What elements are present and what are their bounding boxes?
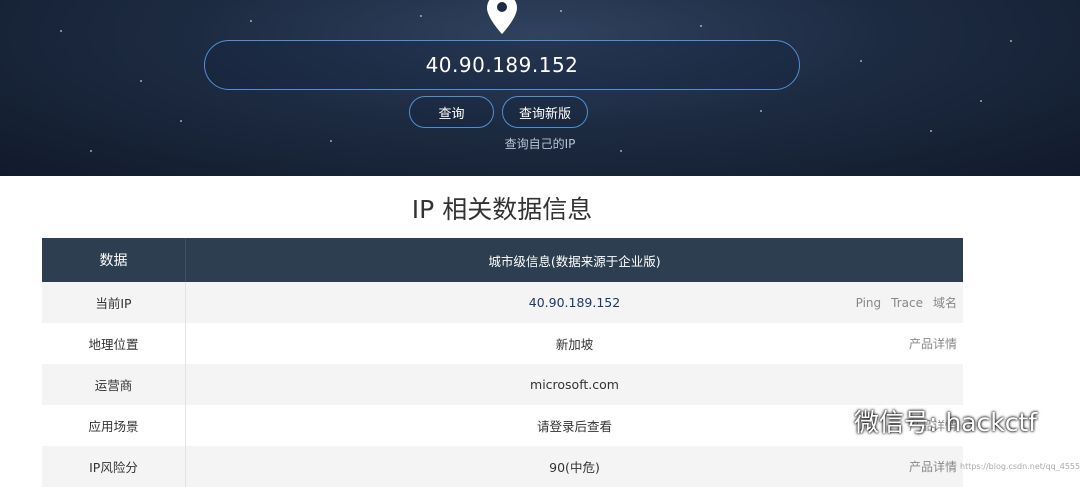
table-row: IP风险分 90(中危) 产品详情	[42, 446, 963, 487]
header-data: 数据	[42, 238, 186, 282]
isp-value: microsoft.com	[530, 377, 619, 392]
product-detail-link[interactable]: 产品详情	[909, 458, 957, 475]
location-pin-icon	[487, 0, 517, 34]
row-value-cell: 40.90.189.152 Ping Trace 域名	[185, 282, 963, 323]
table-header: 数据 城市级信息(数据来源于企业版)	[42, 238, 963, 282]
row-value-cell: 新加坡 产品详情	[185, 323, 963, 364]
table-row: 运营商 microsoft.com	[42, 364, 963, 405]
row-label: 地理位置	[42, 323, 186, 364]
ip-data-table: 数据 城市级信息(数据来源于企业版) 当前IP 40.90.189.152 Pi…	[42, 238, 963, 487]
row-value-cell: microsoft.com	[185, 364, 963, 405]
query-new-version-label: 查询新版	[518, 106, 571, 122]
watermark-text: 微信号: hackctf	[854, 408, 1038, 437]
domain-link[interactable]: 域名	[933, 294, 957, 311]
current-ip-value[interactable]: 40.90.189.152	[529, 295, 620, 310]
section-title: IP 相关数据信息	[411, 195, 593, 224]
ip-search-input[interactable]: 40.90.189.152	[204, 40, 800, 90]
row-value-cell: 90(中危) 产品详情	[185, 446, 963, 487]
product-detail-link[interactable]: 产品详情	[909, 335, 957, 352]
ping-link[interactable]: Ping	[856, 296, 882, 310]
query-button-label: 查询	[438, 106, 465, 122]
scenario-value[interactable]: 请登录后查看	[537, 419, 612, 434]
row-label: 当前IP	[42, 282, 186, 323]
table-row: 地理位置 新加坡 产品详情	[42, 323, 963, 364]
wechat-icon	[809, 407, 847, 435]
row-label: 运营商	[42, 364, 186, 405]
ip-input-value: 40.90.189.152	[425, 53, 579, 77]
location-value: 新加坡	[555, 337, 594, 352]
row-actions: 产品详情	[909, 446, 957, 487]
query-self-ip-link[interactable]: 查询自己的IP	[0, 135, 1080, 152]
row-label: IP风险分	[42, 446, 186, 487]
query-new-version-button[interactable]: 查询新版	[502, 96, 588, 128]
row-actions: Ping Trace 域名	[856, 282, 957, 323]
trace-link[interactable]: Trace	[891, 296, 923, 310]
row-actions: 产品详情	[909, 323, 957, 364]
risk-score-value: 90(中危)	[549, 460, 600, 475]
hero-banner: 40.90.189.152 查询 查询新版 查询自己的IP	[0, 0, 1080, 176]
table-row: 当前IP 40.90.189.152 Ping Trace 域名	[42, 282, 963, 323]
query-button[interactable]: 查询	[409, 96, 494, 128]
row-label: 应用场景	[42, 405, 186, 446]
csdn-watermark: https://blog.csdn.net/qq_45557426	[960, 462, 1080, 471]
header-city-info: 城市级信息(数据来源于企业版)	[185, 238, 963, 282]
wechat-watermark: 微信号: hackctf	[808, 403, 1037, 439]
